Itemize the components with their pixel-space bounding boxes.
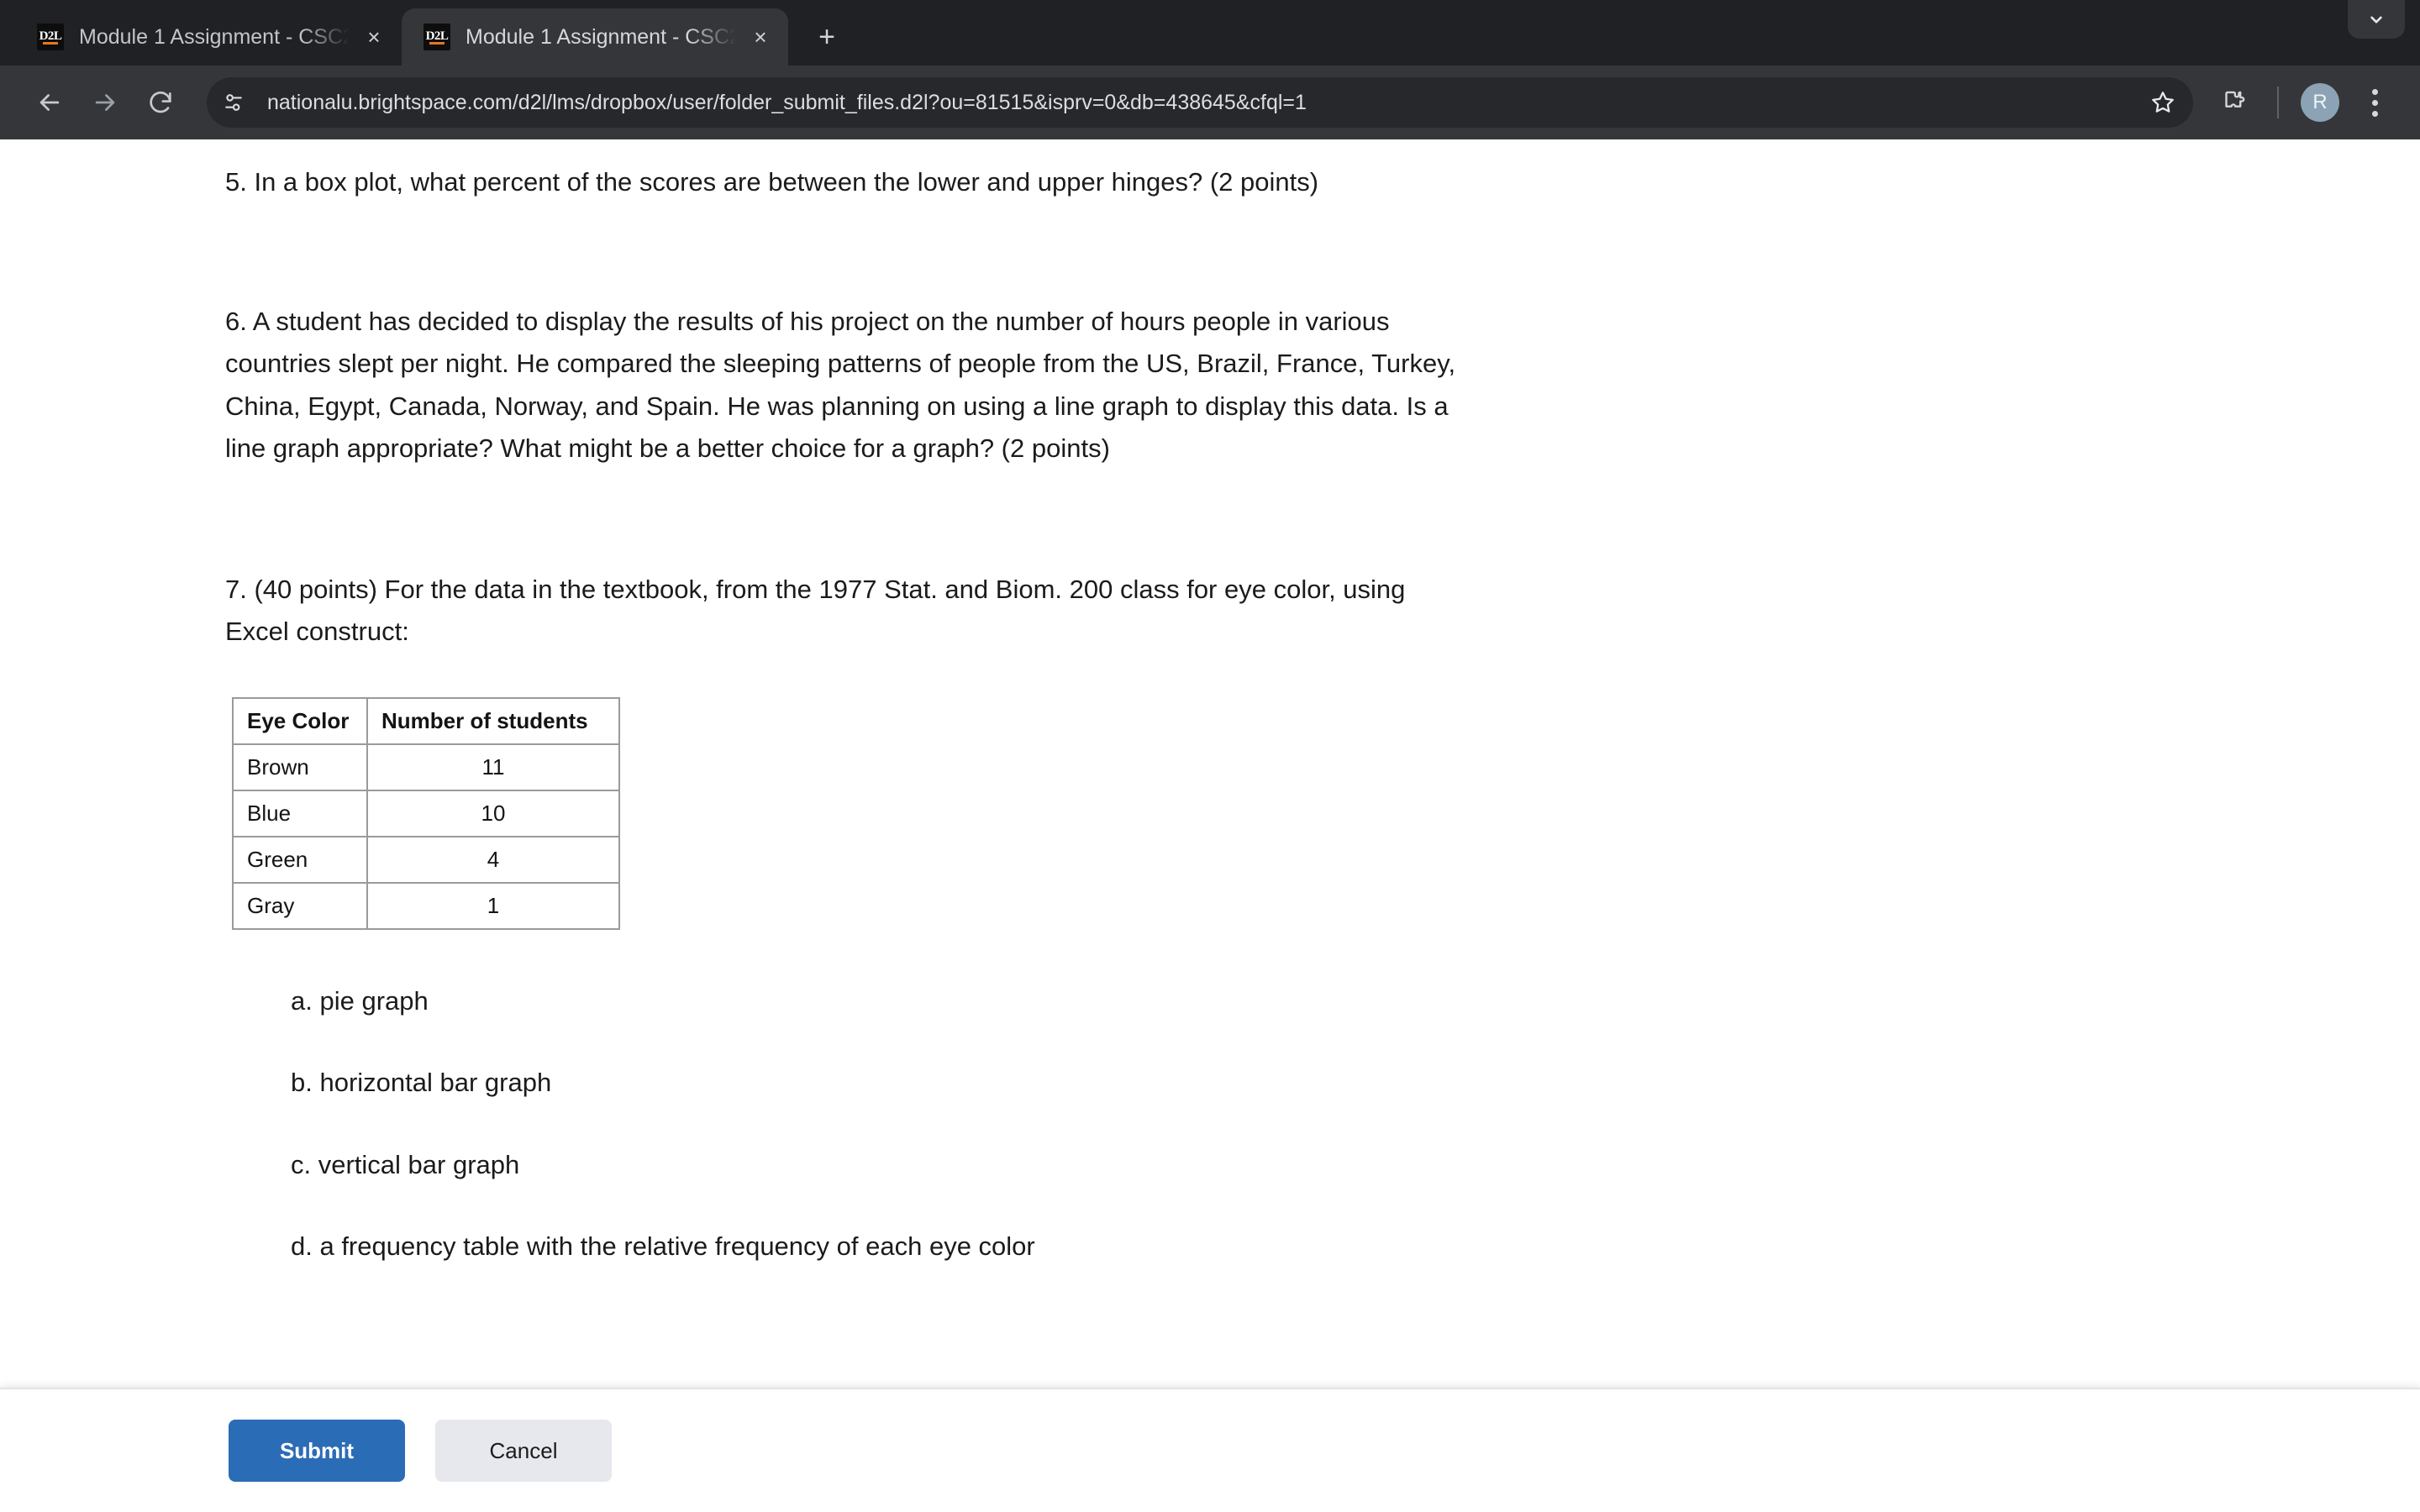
cell-eye-color: Blue (232, 789, 368, 837)
question-5: 5. In a box plot, what percent of the sc… (225, 167, 1319, 197)
bookmark-button[interactable] (2141, 81, 2185, 124)
assignment-action-bar: Submit Cancel (0, 1388, 2420, 1512)
browser-tab-2[interactable]: D2L Module 1 Assignment - CSC2 × (402, 8, 788, 66)
submit-button[interactable]: Submit (229, 1420, 405, 1482)
three-dot-menu-icon[interactable] (2351, 79, 2398, 126)
eye-color-table: Eye Color Number of students Brown 11 Bl… (232, 696, 620, 930)
option-a: a. pie graph (291, 985, 429, 1016)
tab-title: Module 1 Assignment - CSC2 (466, 24, 736, 49)
forward-button[interactable] (77, 75, 133, 130)
question-7: 7. (40 points) For the data in the textb… (225, 575, 1406, 647)
table-row: Brown 11 (232, 743, 620, 791)
option-d: d. a frequency table with the relative f… (291, 1231, 1035, 1262)
d2l-favicon: D2L (424, 24, 450, 50)
table-header-eye-color: Eye Color (232, 696, 368, 745)
chevron-down-icon (2370, 16, 2382, 24)
option-c: c. vertical bar graph (291, 1149, 520, 1179)
menu-dot (2371, 88, 2378, 95)
assignment-document: 5. In a box plot, what percent of the sc… (0, 139, 2420, 1267)
close-icon[interactable]: × (744, 21, 776, 53)
forward-arrow-icon (95, 94, 115, 111)
table-header-number-of-students: Number of students (366, 696, 620, 745)
toolbar-icon-group: R (2205, 75, 2398, 130)
menu-dot (2371, 99, 2378, 106)
tab-title: Module 1 Assignment - CSC2 (79, 24, 350, 49)
tab-search-button[interactable] (2348, 0, 2405, 39)
profile-avatar[interactable]: R (2301, 83, 2339, 122)
cell-count: 11 (366, 743, 620, 791)
site-settings-button[interactable] (213, 82, 254, 123)
favicon-underline (43, 42, 58, 45)
favicon-text: D2L (425, 29, 449, 43)
close-icon[interactable]: × (358, 21, 390, 53)
table-row: Blue 10 (232, 789, 620, 837)
option-b: b. horizontal bar graph (291, 1068, 552, 1098)
tab-strip: D2L Module 1 Assignment - CSC2 × D2L Mod… (0, 0, 2420, 66)
star-icon (2152, 92, 2174, 113)
cell-count: 1 (366, 881, 620, 930)
question-6: 6. A student has decided to display the … (225, 307, 1456, 463)
browser-toolbar: nationalu.brightspace.com/d2l/lms/dropbo… (0, 66, 2420, 139)
reload-button[interactable] (133, 75, 188, 130)
table-row: Gray 1 (232, 881, 620, 930)
browser-window: D2L Module 1 Assignment - CSC2 × D2L Mod… (0, 0, 2420, 1512)
d2l-favicon: D2L (37, 24, 64, 50)
table-header-row: Eye Color Number of students (232, 696, 620, 745)
puzzle-piece-icon (2225, 91, 2245, 108)
favicon-text: D2L (39, 29, 62, 43)
url-text: nationalu.brightspace.com/d2l/lms/dropbo… (267, 90, 1307, 114)
site-settings-icon (225, 94, 242, 111)
cell-eye-color: Brown (232, 743, 368, 791)
cell-eye-color: Green (232, 835, 368, 884)
new-tab-button[interactable]: + (803, 13, 850, 60)
cell-eye-color: Gray (232, 881, 368, 930)
cell-count: 4 (366, 835, 620, 884)
menu-dot (2371, 110, 2378, 117)
table-row: Green 4 (232, 835, 620, 884)
toolbar-divider (2277, 87, 2279, 118)
cancel-button[interactable]: Cancel (435, 1420, 612, 1482)
back-arrow-icon (39, 94, 60, 111)
cell-count: 10 (366, 789, 620, 837)
address-bar[interactable]: nationalu.brightspace.com/d2l/lms/dropbo… (207, 77, 2193, 128)
extensions-button[interactable] (2205, 75, 2260, 130)
page-viewport[interactable]: 5. In a box plot, what percent of the sc… (0, 139, 2420, 1512)
browser-tab-1[interactable]: D2L Module 1 Assignment - CSC2 × (15, 8, 402, 66)
question-7-options: a. pie graph b. horizontal bar graph c. … (225, 982, 2420, 1267)
reload-icon (150, 91, 171, 113)
favicon-underline (429, 42, 445, 45)
back-button[interactable] (22, 75, 77, 130)
